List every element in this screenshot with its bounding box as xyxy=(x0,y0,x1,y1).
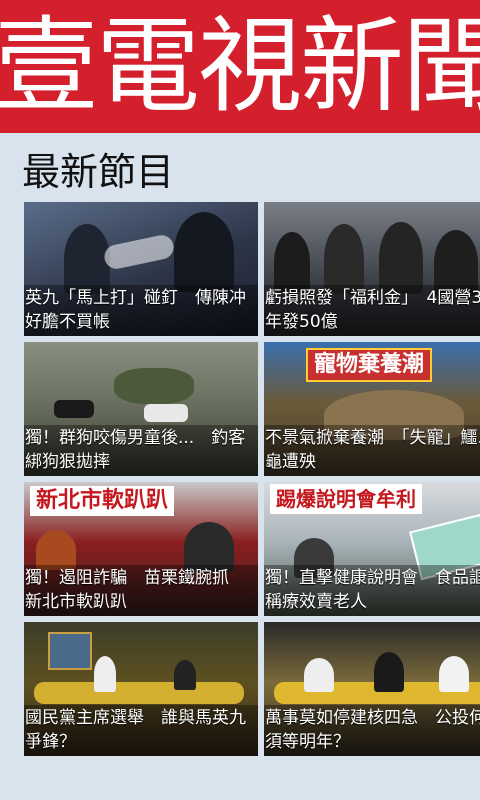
studio-screen xyxy=(48,632,92,670)
video-caption: 英九「馬上打」碰釘 傳陳冲好膽不買帳 xyxy=(24,285,258,336)
video-caption: 不景氣掀棄養潮 「失寵」鱷.龜遭殃 xyxy=(264,425,480,476)
thumbnail-banner: 踢爆說明會牟利 xyxy=(270,484,422,514)
figure xyxy=(174,212,234,292)
dog-shape xyxy=(144,404,188,422)
video-caption: 獨！遏阻詐騙 苗栗鐵腕抓 新北市軟趴趴 xyxy=(24,565,258,616)
video-tile[interactable]: 獨！群狗咬傷男童後... 釣客綁狗狠拋摔 xyxy=(24,342,258,476)
video-tile[interactable]: 寵物棄養潮 不景氣掀棄養潮 「失寵」鱷.龜遭殃 xyxy=(264,342,480,476)
anchor-figure xyxy=(64,224,110,294)
tree-shape xyxy=(114,368,194,404)
figure xyxy=(304,658,334,692)
video-tile[interactable]: 國民黨主席選舉 誰與馬英九爭鋒？ xyxy=(24,622,258,756)
video-caption: 獨！直擊健康說明會 食品誆稱療效賣老人 xyxy=(264,565,480,616)
studio-desk xyxy=(34,682,244,704)
figure xyxy=(374,652,404,692)
app-header: 壹電視新聞台 xyxy=(0,0,480,133)
video-grid: 英九「馬上打」碰釘 傳陳冲好膽不買帳 虧損照發「福利金」 4國營3年發50億 獨… xyxy=(24,202,480,762)
figure xyxy=(274,232,310,292)
figure xyxy=(174,660,196,690)
thumbnail-banner: 寵物棄養潮 xyxy=(306,348,433,382)
thumbnail-banner: 新北市軟趴趴 xyxy=(30,486,175,516)
video-tile[interactable]: 萬事莫如停建核四急 公投何須等明年？ xyxy=(264,622,480,756)
section-title: 最新節目 xyxy=(22,150,175,194)
channel-title: 壹電視新聞台 xyxy=(0,5,480,127)
video-caption: 虧損照發「福利金」 4國營3年發50億 xyxy=(264,285,480,336)
figure xyxy=(36,530,76,570)
video-caption: 國民黨主席選舉 誰與馬英九爭鋒？ xyxy=(24,705,258,756)
figure xyxy=(94,656,116,692)
spray-graphic xyxy=(102,232,176,272)
video-caption: 獨！群狗咬傷男童後... 釣客綁狗狠拋摔 xyxy=(24,425,258,476)
figure xyxy=(379,222,423,294)
dog-shape xyxy=(54,400,94,418)
figure xyxy=(439,656,469,692)
video-tile[interactable]: 新北市軟趴趴 獨！遏阻詐騙 苗栗鐵腕抓 新北市軟趴趴 xyxy=(24,482,258,616)
video-caption: 萬事莫如停建核四急 公投何須等明年？ xyxy=(264,705,480,756)
video-tile[interactable]: 虧損照發「福利金」 4國營3年發50億 xyxy=(264,202,480,336)
video-tile[interactable]: 踢爆說明會牟利 獨！直擊健康說明會 食品誆稱療效賣老人 xyxy=(264,482,480,616)
video-tile[interactable]: 英九「馬上打」碰釘 傳陳冲好膽不買帳 xyxy=(24,202,258,336)
figure xyxy=(324,224,364,294)
